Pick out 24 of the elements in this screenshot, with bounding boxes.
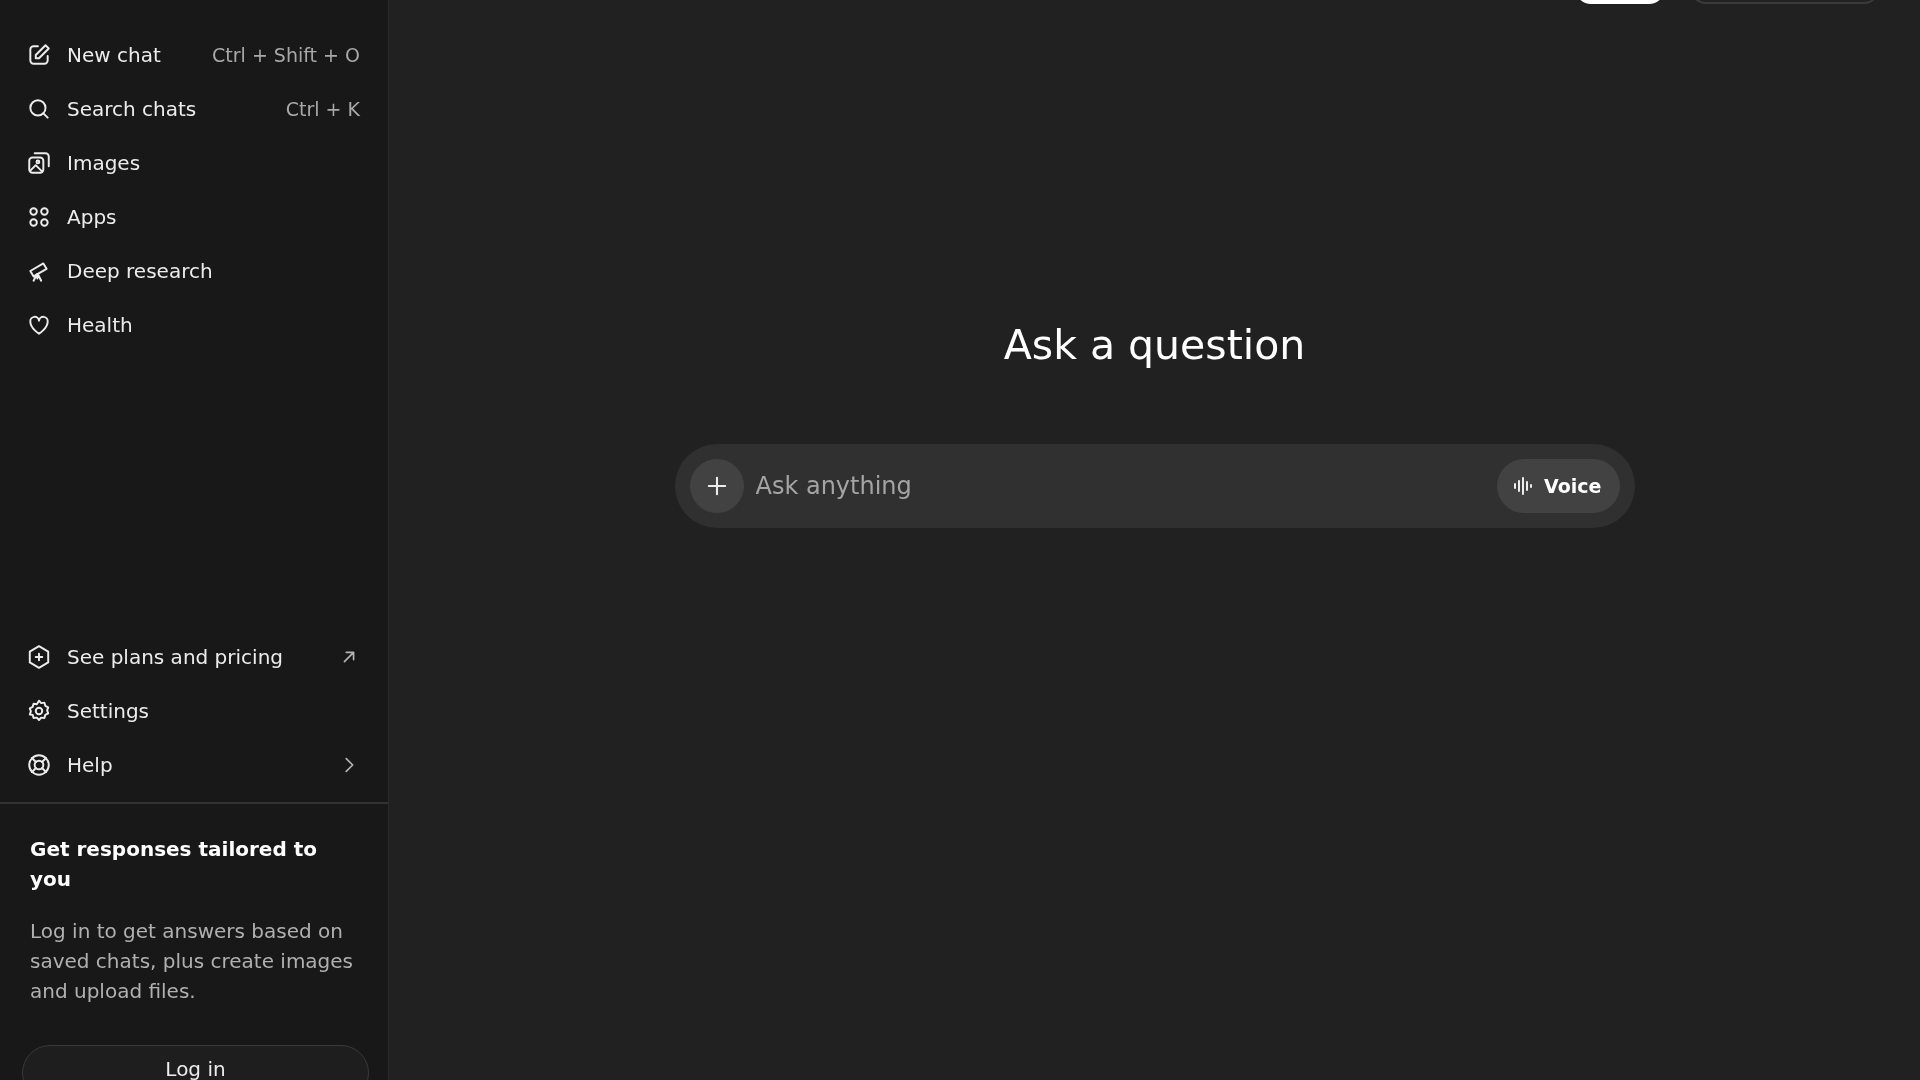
promo-title: Get responses tailored to you <box>30 836 318 893</box>
sidebar-item[interactable]: New chat Ctrl + Shift + O <box>0 28 388 82</box>
page-heading: Ask a question <box>1003 320 1306 371</box>
sidebar-item[interactable]: Images <box>0 136 388 190</box>
sidebar-item[interactable]: Health <box>0 298 388 352</box>
shortcut-text: Ctrl + Shift + O <box>212 44 360 66</box>
promo-text: Log in to get answers based on saved chats, plus create images and upload files. <box>30 918 355 1005</box>
sidebar-item[interactable]: Deep research <box>0 244 388 298</box>
sidebar-item[interactable]: Search chats Ctrl + K <box>0 82 388 136</box>
grid-icon <box>26 204 52 230</box>
settings-icon <box>26 698 52 724</box>
sidebar-item[interactable]: Settings <box>0 684 388 738</box>
message-field[interactable]: Ask anything Voice <box>674 444 1635 528</box>
login-button[interactable]: Log in <box>22 1045 369 1080</box>
edit-icon <box>26 42 52 68</box>
shortcut-text: Ctrl + K <box>285 98 360 120</box>
badge-icon <box>26 644 52 670</box>
sidebar-item[interactable]: See plans and pricing <box>0 630 388 684</box>
lifebuoy-icon <box>26 752 52 778</box>
sidebar-item[interactable]: Apps <box>0 190 388 244</box>
voice-button[interactable]: Voice <box>1497 459 1620 513</box>
sidebar-item[interactable]: Help <box>0 738 388 792</box>
images-icon <box>26 150 52 176</box>
search-icon <box>26 96 52 122</box>
